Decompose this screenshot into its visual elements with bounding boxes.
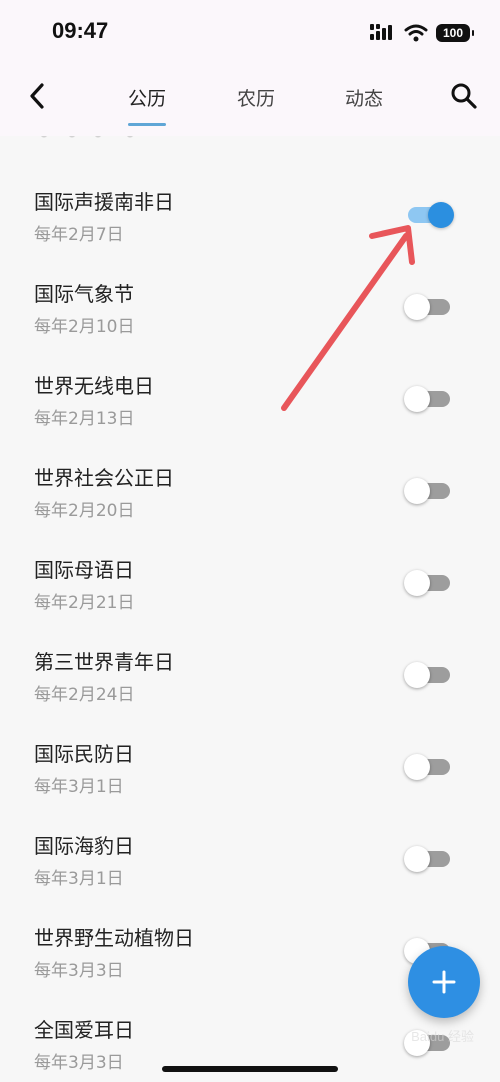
- watermark: Baidu 经验: [411, 1029, 474, 1044]
- reminder-toggle[interactable]: [404, 568, 452, 596]
- partial-list-item: [34, 136, 144, 140]
- list-item: 国际海豹日 每年3月1日: [0, 830, 500, 922]
- holiday-title: 国际声援南非日: [34, 190, 174, 214]
- holiday-title: 世界无线电日: [34, 374, 154, 398]
- reminder-toggle[interactable]: [404, 660, 452, 688]
- holiday-list: 国际声援南非日 每年2月7日 国际气象节 每年2月10日 世界无线电日 每年2月…: [0, 136, 500, 1082]
- tab-moments[interactable]: 动态: [345, 84, 383, 111]
- reminder-toggle[interactable]: [404, 384, 452, 412]
- status-icons: 100: [370, 22, 474, 44]
- list-item: 第三世界青年日 每年2月24日: [0, 646, 500, 738]
- tab-gregorian[interactable]: 公历: [128, 84, 166, 111]
- holiday-date: 每年2月20日: [34, 501, 135, 521]
- holiday-title: 世界社会公正日: [34, 466, 174, 490]
- list-item: 国际声援南非日 每年2月7日: [0, 186, 500, 278]
- holiday-title: 国际气象节: [34, 282, 134, 306]
- holiday-title: 国际海豹日: [34, 834, 134, 858]
- holiday-date: 每年3月1日: [34, 777, 124, 797]
- holiday-date: 每年2月10日: [34, 317, 135, 337]
- top-navigation: 公历 农历 动态: [0, 64, 500, 136]
- battery-icon: 100: [436, 24, 474, 42]
- holiday-title: 国际母语日: [34, 558, 134, 582]
- holiday-date: 每年3月3日: [34, 961, 124, 981]
- holiday-title: 国际民防日: [34, 742, 134, 766]
- battery-level: 100: [442, 26, 464, 40]
- list-item: 国际民防日 每年3月1日: [0, 738, 500, 830]
- holiday-date: 每年3月3日: [34, 1053, 124, 1073]
- status-bar: 09:47 100: [0, 0, 500, 64]
- status-time: 09:47: [52, 18, 109, 43]
- reminder-toggle[interactable]: [404, 844, 452, 872]
- search-icon[interactable]: [448, 80, 480, 112]
- list-item: 国际母语日 每年2月21日: [0, 554, 500, 646]
- reminder-toggle[interactable]: [404, 752, 452, 780]
- holiday-title: 世界野生动植物日: [34, 926, 194, 950]
- list-item: 世界无线电日 每年2月13日: [0, 370, 500, 462]
- tab-lunar[interactable]: 农历: [237, 84, 275, 111]
- add-button[interactable]: [408, 946, 480, 1018]
- reminder-toggle[interactable]: [404, 476, 452, 504]
- active-tab-indicator: [128, 123, 166, 126]
- holiday-date: 每年3月1日: [34, 869, 124, 889]
- plus-icon: [432, 970, 456, 994]
- holiday-date: 每年2月24日: [34, 685, 135, 705]
- chevron-left-icon[interactable]: [22, 80, 54, 112]
- holiday-date: 每年2月13日: [34, 409, 135, 429]
- reminder-toggle[interactable]: [404, 292, 452, 320]
- wifi-icon: [404, 24, 428, 42]
- signal-icon: [370, 24, 392, 40]
- reminder-toggle[interactable]: [404, 200, 454, 228]
- holiday-date: 每年2月7日: [34, 225, 124, 245]
- holiday-date: 每年2月21日: [34, 593, 135, 613]
- holiday-title: 全国爱耳日: [34, 1018, 134, 1042]
- list-item: 国际气象节 每年2月10日: [0, 278, 500, 370]
- holiday-title: 第三世界青年日: [34, 650, 174, 674]
- list-item: 世界社会公正日 每年2月20日: [0, 462, 500, 554]
- home-indicator[interactable]: [162, 1066, 338, 1072]
